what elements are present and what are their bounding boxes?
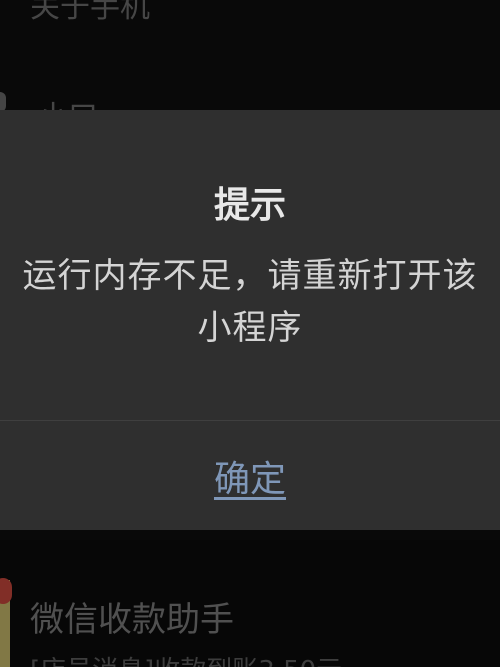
dialog-divider xyxy=(0,420,500,421)
dialog-title: 提示 xyxy=(213,185,286,226)
dialog-message: 运行内存不足，请重新打开该 小程序 xyxy=(0,250,500,354)
dialog-message-line1: 运行内存不足，请重新打开该 xyxy=(22,256,478,296)
dialog-message-line2: 小程序 xyxy=(197,308,303,348)
screen: 关于手机 小口 微信收款助手 [店员消息]收款到账3.50元 提示 运行内存不足… xyxy=(0,0,500,667)
confirm-button[interactable]: 确定 xyxy=(0,450,500,502)
